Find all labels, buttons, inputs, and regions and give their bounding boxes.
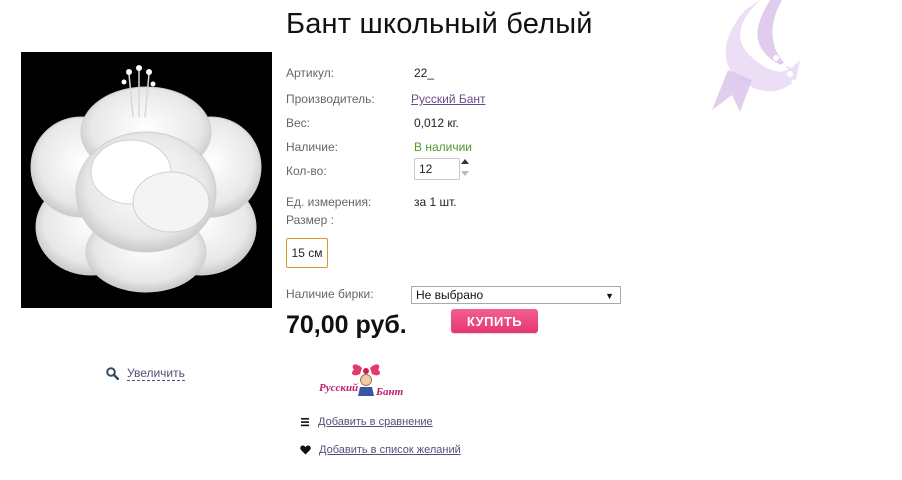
decrease-icon	[461, 171, 469, 176]
chevron-down-icon: ▼	[605, 291, 614, 301]
buy-button[interactable]: КУПИТЬ	[451, 309, 538, 333]
weight-value: 0,012 кг.	[414, 116, 459, 130]
qty-label: Кол-во:	[286, 164, 327, 178]
maker-link[interactable]: Русский Бант	[411, 92, 486, 106]
brand-logo-word-2: Бант	[375, 386, 404, 398]
list-icon	[301, 418, 309, 427]
article-value: 22_	[414, 66, 435, 80]
tag-select[interactable]: Не выбрано ▼	[411, 286, 621, 304]
wishlist-action[interactable]: Добавить в список желаний	[300, 444, 461, 456]
quantity-stepper[interactable]	[460, 157, 470, 179]
weight-label: Вес:	[286, 116, 311, 130]
brand-logo[interactable]: Русский Бант	[316, 360, 406, 400]
availability-value: В наличии	[414, 140, 473, 154]
zoom-link[interactable]: Увеличить	[127, 366, 185, 381]
wishlist-link[interactable]: Добавить в список желаний	[319, 444, 461, 456]
compare-action[interactable]: Добавить в сравнение	[300, 416, 433, 428]
search-icon	[106, 367, 119, 380]
zoom-control[interactable]: Увеличить	[106, 366, 185, 381]
product-image[interactable]	[21, 52, 272, 308]
quantity-input[interactable]	[414, 158, 460, 180]
price: 70,00 руб.	[286, 311, 407, 339]
increase-icon	[461, 159, 469, 164]
heart-icon	[300, 445, 311, 455]
compare-link[interactable]: Добавить в сравнение	[318, 416, 433, 428]
tag-select-value: Не выбрано	[416, 288, 484, 302]
unit-label: Ед. измерения:	[286, 195, 372, 209]
brand-logo-word-1: Русский	[319, 382, 358, 394]
article-label: Артикул:	[286, 66, 335, 80]
maker-label: Производитель:	[286, 92, 375, 106]
unit-value: за 1 шт.	[414, 195, 457, 209]
size-option-button[interactable]: 15 см	[286, 238, 328, 268]
page-title: Бант школьный белый	[286, 8, 593, 40]
ribbon-decoration-icon	[712, 0, 800, 112]
size-label: Размер :	[286, 213, 334, 227]
tag-label: Наличие бирки:	[286, 287, 374, 301]
availability-label: Наличие:	[286, 140, 339, 154]
